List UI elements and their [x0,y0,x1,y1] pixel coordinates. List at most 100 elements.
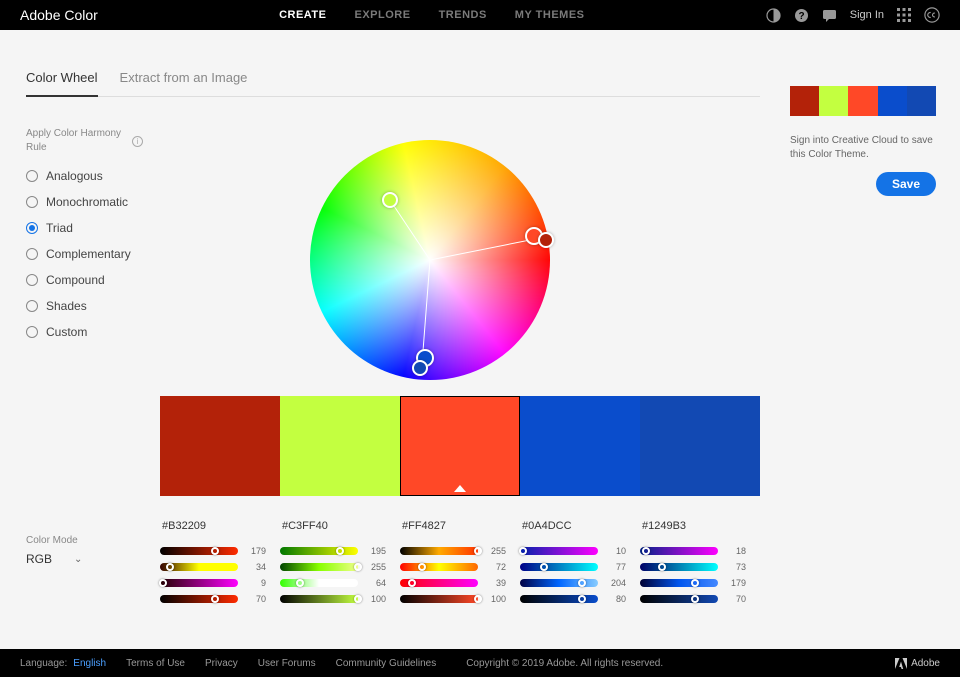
slider[interactable] [520,579,598,587]
slider-thumb[interactable] [691,595,699,603]
nav-trends[interactable]: TRENDS [439,9,487,21]
slider-thumb[interactable] [642,547,650,555]
info-icon[interactable]: i [132,136,143,147]
slider[interactable] [160,547,238,555]
hex-value[interactable]: #C3FF40 [280,520,400,532]
slider-thumb[interactable] [296,579,304,587]
slider-row: 255 [400,546,520,556]
main-nav: CREATE EXPLORE TRENDS MY THEMES [98,9,766,21]
mini-swatch [848,86,877,116]
footer-terms[interactable]: Terms of Use [126,658,185,669]
slider-thumb[interactable] [354,595,362,603]
radio-icon [26,248,38,260]
slider[interactable] [160,563,238,571]
wheel-marker[interactable] [538,232,554,248]
slider-thumb[interactable] [159,579,167,587]
slider[interactable] [280,547,358,555]
slider-thumb[interactable] [691,579,699,587]
swatch-4[interactable] [520,396,640,496]
color-wheel[interactable] [310,140,550,380]
mini-swatches [790,86,936,116]
slider[interactable] [640,563,718,571]
slider[interactable] [640,595,718,603]
mode-tabs: Color Wheel Extract from an Image [26,70,760,97]
slider[interactable] [160,579,238,587]
right-sidebar: Sign into Creative Cloud to save this Co… [780,30,960,649]
slider-thumb[interactable] [474,547,482,555]
slider-thumb[interactable] [658,563,666,571]
slider-row: 195 [280,546,400,556]
slider-value: 73 [724,562,746,572]
apps-icon[interactable] [896,7,912,23]
color-mode-select[interactable]: RGB ⌄ [26,552,82,566]
slider-thumb[interactable] [540,563,548,571]
wheel-marker[interactable] [382,192,398,208]
slider[interactable] [280,579,358,587]
footer-guidelines[interactable]: Community Guidelines [336,658,437,669]
slider-value: 34 [244,562,266,572]
signin-link[interactable]: Sign In [850,9,884,21]
slider-thumb[interactable] [578,595,586,603]
hex-value[interactable]: #1249B3 [640,520,760,532]
slider-thumb[interactable] [166,563,174,571]
slider-column: #B3220917934970 [160,520,280,610]
slider-thumb[interactable] [474,595,482,603]
slider-column: #1249B3187317970 [640,520,760,610]
save-button[interactable]: Save [876,172,936,196]
swatch-1[interactable] [160,396,280,496]
wheel-marker[interactable] [412,360,428,376]
mini-swatch [878,86,907,116]
slider[interactable] [400,563,478,571]
nav-create[interactable]: CREATE [279,9,326,21]
swatch-5[interactable] [640,396,760,496]
help-icon[interactable]: ? [794,7,810,23]
footer-forums[interactable]: User Forums [258,658,316,669]
slider-value: 64 [364,578,386,588]
swatch-3[interactable] [400,396,520,496]
language-select[interactable]: English [73,658,106,669]
radio-icon [26,196,38,208]
slider-thumb[interactable] [418,563,426,571]
slider-row: 9 [160,578,280,588]
slider-value: 9 [244,578,266,588]
radio-icon [26,170,38,182]
footer-privacy[interactable]: Privacy [205,658,238,669]
slider-thumb[interactable] [578,579,586,587]
slider[interactable] [400,547,478,555]
slider-panel: #B3220917934970#C3FF4019525564100#FF4827… [160,520,760,610]
cc-icon[interactable] [924,7,940,23]
save-message: Sign into Creative Cloud to save this Co… [790,134,936,162]
slider[interactable] [520,563,598,571]
slider-thumb[interactable] [211,547,219,555]
color-mode-label: Color Mode [26,535,78,546]
tab-extract-image[interactable]: Extract from an Image [120,70,248,96]
hex-value[interactable]: #B32209 [160,520,280,532]
slider-thumb[interactable] [211,595,219,603]
slider[interactable] [280,595,358,603]
swatch-2[interactable] [280,396,400,496]
slider-row: 100 [400,594,520,604]
slider[interactable] [640,547,718,555]
adobe-brand: Adobe [895,658,940,669]
harmony-label-text: Apply Color Harmony Rule [26,127,126,155]
chat-icon[interactable] [822,7,838,23]
slider-row: 80 [520,594,640,604]
slider-thumb[interactable] [354,563,362,571]
slider-thumb[interactable] [519,547,527,555]
tab-color-wheel[interactable]: Color Wheel [26,70,98,97]
slider[interactable] [280,563,358,571]
slider[interactable] [400,579,478,587]
slider[interactable] [160,595,238,603]
nav-explore[interactable]: EXPLORE [354,9,410,21]
slider[interactable] [520,547,598,555]
slider[interactable] [400,595,478,603]
nav-mythemes[interactable]: MY THEMES [515,9,585,21]
hex-value[interactable]: #FF4827 [400,520,520,532]
slider-thumb[interactable] [408,579,416,587]
contrast-icon[interactable] [766,7,782,23]
slider-thumb[interactable] [336,547,344,555]
slider[interactable] [520,595,598,603]
slider-row: 34 [160,562,280,572]
slider[interactable] [640,579,718,587]
hex-value[interactable]: #0A4DCC [520,520,640,532]
